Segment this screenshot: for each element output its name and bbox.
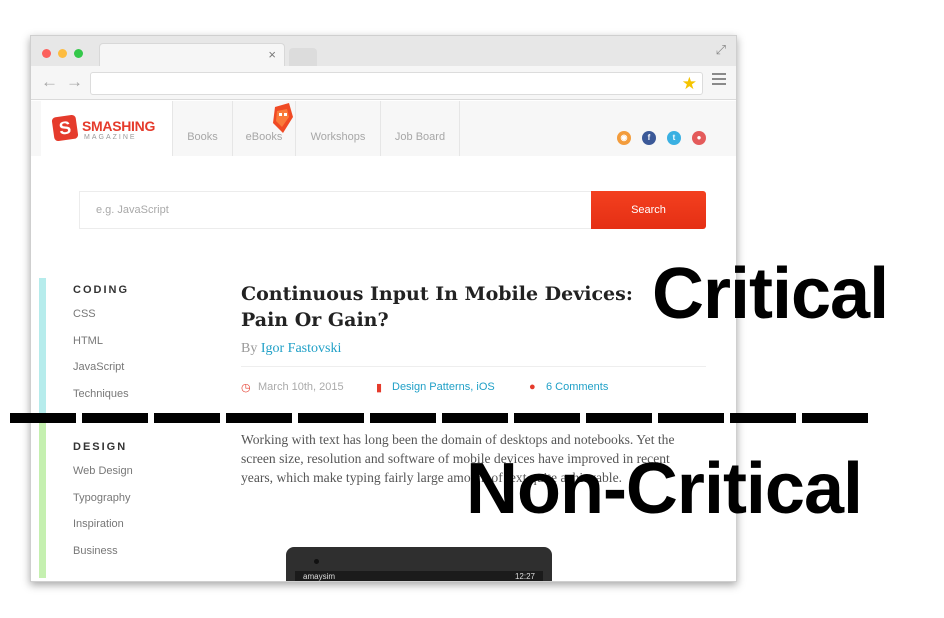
article-title[interactable]: Continuous Input In Mobile Devices: Pain… <box>241 281 661 333</box>
phone-speaker <box>314 559 319 564</box>
sidebar-link-techniques[interactable]: Techniques <box>73 388 129 400</box>
article-byline: By Igor Fastovski <box>241 341 341 357</box>
facebook-icon[interactable]: f <box>642 131 656 145</box>
search-input[interactable] <box>80 192 591 228</box>
address-bar[interactable]: ★ <box>90 72 703 95</box>
bookmark-icon: ▮ <box>376 382 383 394</box>
close-tab-icon[interactable]: × <box>268 47 276 63</box>
fullscreen-icon[interactable]: ⤢ <box>716 42 726 58</box>
nav-workshops[interactable]: Workshops <box>295 101 380 156</box>
browser-toolbar: ← → ★ <box>31 66 736 100</box>
meta-divider <box>241 366 706 367</box>
sidebar-link-typography[interactable]: Typography <box>73 492 130 504</box>
browser-tab[interactable]: × <box>99 43 285 67</box>
nav-job-board[interactable]: Job Board <box>380 101 460 156</box>
sidebar-link-business[interactable]: Business <box>73 545 118 557</box>
search-button[interactable]: Search <box>591 191 706 229</box>
star-icon[interactable]: ★ <box>682 73 697 94</box>
phone-image: amaysim 12:27 <box>286 547 552 581</box>
sidebar-heading-design: DESIGN <box>73 441 128 453</box>
sidebar-link-web-design[interactable]: Web Design <box>73 465 133 477</box>
site-logo[interactable]: S SMASHING MAGAZINE <box>41 101 172 156</box>
twitter-icon[interactable]: t <box>667 131 681 145</box>
sidebar-link-javascript[interactable]: JavaScript <box>73 361 124 373</box>
logo-text: SMASHING <box>82 118 156 134</box>
nav-books[interactable]: Books <box>172 101 232 156</box>
browser-titlebar: × ⤢ <box>31 36 736 67</box>
smashing-logo-icon: S <box>51 114 79 142</box>
rss-icon[interactable]: ◉ <box>617 131 631 145</box>
author-link[interactable]: Igor Fastovski <box>261 341 342 356</box>
critical-divider-dashed-line <box>10 413 872 423</box>
logo-subtitle: MAGAZINE <box>84 134 137 141</box>
article-categories[interactable]: Design Patterns, iOS <box>392 381 495 393</box>
maximize-window-button[interactable] <box>74 49 83 58</box>
coding-accent-bar <box>39 278 46 418</box>
site-header: S SMASHING MAGAZINE Books eBooks Worksho… <box>31 101 736 156</box>
byline-prefix: By <box>241 341 258 356</box>
minimize-window-button[interactable] <box>58 49 67 58</box>
phone-time: 12:27 <box>514 572 535 581</box>
comment-icon: ● <box>529 381 536 393</box>
non-critical-label: Non-Critical <box>466 449 863 529</box>
arrow-left-icon[interactable]: ← <box>41 72 58 92</box>
phone-carrier: amaysim <box>303 572 336 581</box>
close-window-button[interactable] <box>42 49 51 58</box>
hamburger-menu-icon[interactable] <box>712 73 726 88</box>
sidebar-link-css[interactable]: CSS <box>73 308 96 320</box>
design-accent-bar <box>39 418 46 578</box>
mascot-cat-icon <box>273 103 293 133</box>
phone-status-bar: amaysim 12:27 <box>295 571 543 581</box>
article-date: March 10th, 2015 <box>258 381 344 393</box>
clock-icon: ◷ <box>241 382 251 394</box>
new-tab-button[interactable] <box>289 48 317 66</box>
article-comments-link[interactable]: 6 Comments <box>546 381 608 393</box>
sidebar-link-html[interactable]: HTML <box>73 335 103 347</box>
critical-label: Critical <box>652 254 889 334</box>
sidebar-heading-coding: CODING <box>73 284 129 296</box>
sidebar-link-inspiration[interactable]: Inspiration <box>73 518 124 530</box>
search-input-wrapper <box>79 191 591 229</box>
arrow-right-icon[interactable]: → <box>66 72 83 92</box>
googleplus-icon[interactable]: ● <box>692 131 706 145</box>
